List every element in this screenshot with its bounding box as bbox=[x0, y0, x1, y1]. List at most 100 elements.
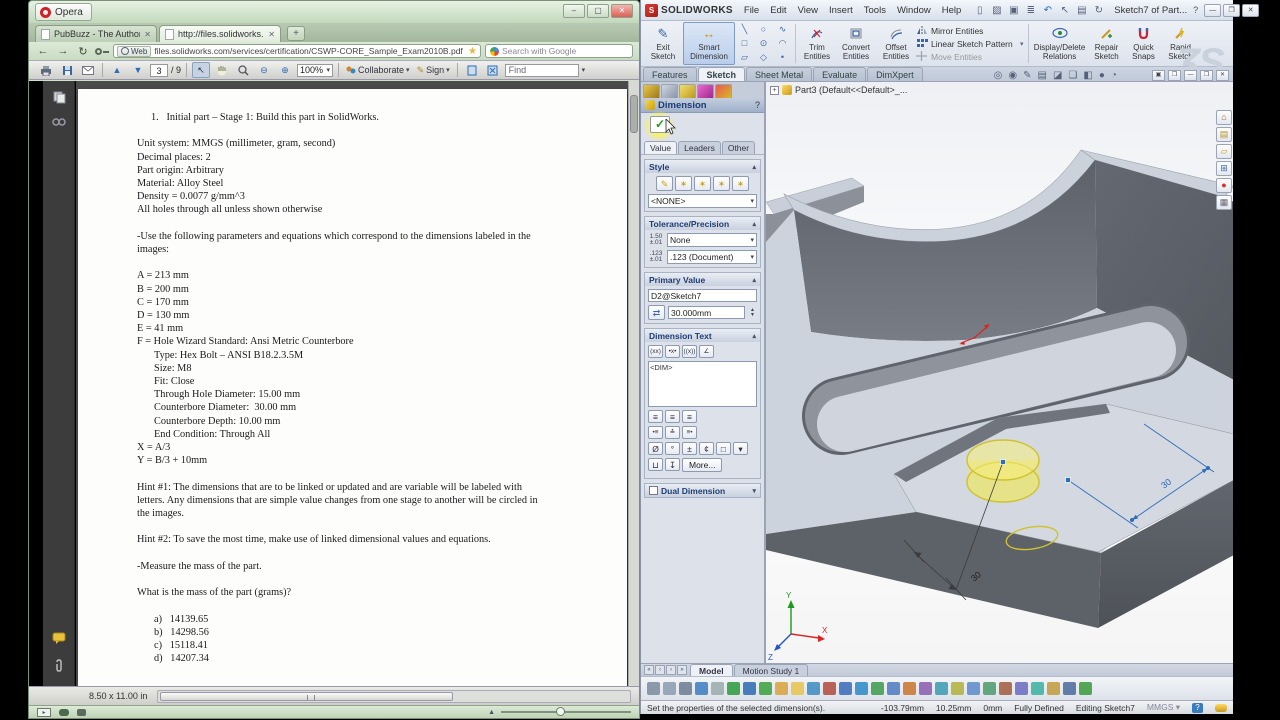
slider-handle[interactable] bbox=[555, 707, 565, 716]
task-pane-icon[interactable]: ⌂ bbox=[1216, 110, 1232, 125]
precision-dropdown[interactable]: .123 (Document) ▾ bbox=[667, 250, 757, 264]
tab-scroll-icon[interactable]: › bbox=[666, 665, 676, 675]
text-align-button[interactable]: ≡ bbox=[648, 410, 663, 423]
sketch-entity-icon[interactable]: ⊙ bbox=[754, 37, 773, 51]
doc-minimize-button[interactable]: — bbox=[1184, 70, 1197, 81]
menu-item[interactable]: Insert bbox=[824, 3, 858, 18]
text-align-button[interactable]: ≡ bbox=[665, 410, 680, 423]
units-selector[interactable]: MMGS ▾ bbox=[1147, 702, 1180, 713]
ribbon-tab[interactable]: Evaluate bbox=[813, 67, 867, 81]
panel-tab[interactable]: Leaders bbox=[678, 141, 721, 154]
comments-panel-icon[interactable] bbox=[49, 628, 69, 648]
value-link-icon[interactable]: ⇄ bbox=[648, 305, 665, 320]
sketch-tool-icon[interactable] bbox=[935, 682, 948, 695]
panel-tab-icon[interactable] bbox=[679, 84, 696, 98]
zoom-in-icon[interactable]: ⊕ bbox=[276, 62, 294, 78]
bookmark-star-icon[interactable]: ★ bbox=[468, 46, 477, 57]
view-tool-icon[interactable]: ◪ bbox=[1053, 70, 1062, 81]
quick-access-icon[interactable]: ▣ bbox=[1006, 3, 1021, 18]
quick-access-icon[interactable]: ↶ bbox=[1040, 3, 1055, 18]
panel-tab-icon[interactable] bbox=[697, 84, 714, 98]
sketch-tool-icon[interactable] bbox=[967, 682, 980, 695]
sketch-entity-icon[interactable]: ╲ bbox=[735, 23, 754, 37]
symbol-button[interactable]: ± bbox=[682, 442, 697, 455]
task-pane-icon[interactable]: ▦ bbox=[1216, 195, 1232, 210]
mirror-entities-button[interactable]: Mirror Entities bbox=[915, 25, 1019, 37]
sketch-tool-icon[interactable] bbox=[903, 682, 916, 695]
minimize-button[interactable]: – bbox=[563, 4, 585, 18]
opera-menu-button[interactable]: Opera bbox=[35, 3, 92, 21]
sketch-tool-icon[interactable] bbox=[999, 682, 1012, 695]
sketch-tool-icon[interactable] bbox=[951, 682, 964, 695]
new-tab-button[interactable]: + bbox=[287, 26, 305, 41]
web-badge[interactable]: Web bbox=[117, 45, 152, 57]
sketch-tool-icon[interactable] bbox=[663, 682, 676, 695]
status-tag-icon[interactable] bbox=[1215, 703, 1227, 712]
symbol-extra-button[interactable]: ⊔ bbox=[648, 458, 663, 471]
sketch-tool-icon[interactable] bbox=[807, 682, 820, 695]
sketch-entity-icon[interactable]: ∿ bbox=[773, 23, 792, 37]
previous-page-icon[interactable]: ▲ bbox=[108, 62, 126, 78]
offset-entities-button[interactable]: Offset Entities bbox=[877, 22, 915, 65]
sketch-entity-icon[interactable]: • bbox=[773, 51, 792, 65]
sketch-tool-icon[interactable] bbox=[791, 682, 804, 695]
feature-tree-flyout[interactable]: + Part3 (Default<<Default>_... bbox=[770, 85, 907, 95]
sketch-tool-icon[interactable] bbox=[919, 682, 932, 695]
sketch-tool-icon[interactable] bbox=[1015, 682, 1028, 695]
close-button[interactable]: ✕ bbox=[1242, 3, 1260, 17]
tab-close-icon[interactable]: ✕ bbox=[144, 30, 151, 39]
view-tool-icon[interactable]: ◧ bbox=[1083, 70, 1092, 81]
panels-toggle-icon[interactable]: ▸ bbox=[37, 707, 51, 717]
page-zoom-slider[interactable] bbox=[501, 707, 631, 716]
sketch-tool-icon[interactable] bbox=[727, 682, 740, 695]
quick-access-icon[interactable]: ≣ bbox=[1023, 3, 1038, 18]
sketch-tool-icon[interactable] bbox=[855, 682, 868, 695]
style-button[interactable]: ✶ bbox=[713, 176, 730, 191]
tree-expand-icon[interactable]: + bbox=[770, 85, 779, 95]
pdf-horizontal-scrollbar[interactable] bbox=[157, 689, 631, 703]
ribbon-tab[interactable]: Sheet Metal bbox=[746, 67, 813, 81]
style-button[interactable]: ✶ bbox=[732, 176, 749, 191]
style-button[interactable]: ✶ bbox=[694, 176, 711, 191]
ribbon-tab[interactable]: Features bbox=[643, 67, 697, 81]
sketch-tool-icon[interactable] bbox=[823, 682, 836, 695]
hand-tool-icon[interactable] bbox=[213, 62, 231, 78]
text-justify-button[interactable]: ≡• bbox=[682, 426, 697, 439]
menu-item[interactable]: View bbox=[793, 3, 823, 18]
symbol-extra-button[interactable]: ↧ bbox=[665, 458, 680, 471]
sketch-entity-icon[interactable]: ○ bbox=[754, 23, 773, 37]
capture-icon[interactable] bbox=[77, 708, 86, 716]
dimension-name-field[interactable]: D2@Sketch7 bbox=[648, 289, 757, 302]
doc-restore-button[interactable]: ❐ bbox=[1200, 70, 1213, 81]
view-tool-icon[interactable]: ◎ bbox=[994, 70, 1003, 81]
graphics-viewport[interactable]: + Part3 (Default<<Default>_... 30 30 Y X… bbox=[766, 82, 1233, 676]
sketch-tool-icon[interactable] bbox=[1063, 682, 1076, 695]
view-tool-icon[interactable]: ◔ bbox=[1111, 70, 1117, 81]
tab-scroll-icon[interactable]: « bbox=[644, 665, 654, 675]
next-page-icon[interactable]: ▼ bbox=[129, 62, 147, 78]
view-tool-icon[interactable]: ✎ bbox=[1023, 70, 1031, 81]
sketch-tool-icon[interactable] bbox=[743, 682, 756, 695]
reload-button[interactable]: ↻ bbox=[75, 45, 91, 58]
view-tool-icon[interactable]: ❏ bbox=[1068, 70, 1077, 81]
scrollbar-thumb[interactable] bbox=[630, 95, 638, 133]
sketch-tool-icon[interactable] bbox=[1079, 682, 1092, 695]
search-panel-icon[interactable] bbox=[49, 113, 69, 133]
doc-close-button[interactable]: ✕ bbox=[1216, 70, 1229, 81]
doc-cascade-icon[interactable]: ❐ bbox=[1168, 70, 1181, 81]
view-tool-icon[interactable]: ◉ bbox=[1008, 70, 1017, 81]
attachments-panel-icon[interactable] bbox=[49, 656, 69, 676]
collaborate-button[interactable]: Collaborate ▾ bbox=[344, 62, 412, 78]
sketch-tool-icon[interactable] bbox=[983, 682, 996, 695]
text-justify-button[interactable]: ≛ bbox=[665, 426, 680, 439]
text-justify-button[interactable]: •≡ bbox=[648, 426, 663, 439]
panel-tab[interactable]: Other bbox=[721, 141, 756, 154]
trim-entities-button[interactable]: Trim Entities bbox=[799, 22, 835, 65]
view-tool-icon[interactable]: ▤ bbox=[1037, 70, 1046, 81]
sketch-tool-icon[interactable] bbox=[839, 682, 852, 695]
browser-tab[interactable]: http://files.solidworks.... ✕ bbox=[159, 25, 281, 42]
dimension-text-area[interactable]: <DIM> bbox=[648, 361, 757, 407]
sketch-tool-icon[interactable] bbox=[647, 682, 660, 695]
maximize-button[interactable]: ▢ bbox=[587, 4, 609, 18]
sketch-tool-icon[interactable] bbox=[871, 682, 884, 695]
